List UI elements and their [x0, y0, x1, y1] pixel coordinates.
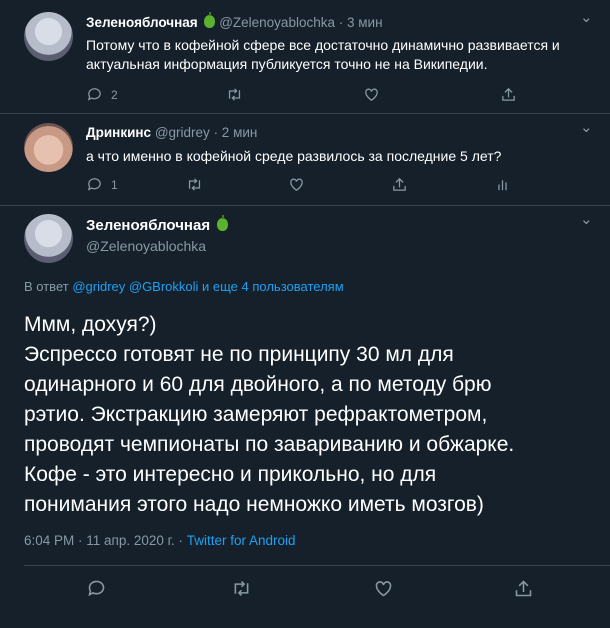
- tweet-time[interactable]: · 2 мин: [214, 125, 258, 140]
- tweet-header: Дринкинс @gridrey · 2 мин: [86, 125, 257, 140]
- retweet-button[interactable]: [186, 176, 288, 193]
- main-tweet-actions: [86, 578, 534, 599]
- timestamp[interactable]: 6:04 PM · 11 апр. 2020 г. ·: [24, 533, 187, 548]
- like-icon: [290, 178, 303, 191]
- divider: [24, 565, 610, 566]
- more-icon[interactable]: ⌄: [580, 210, 594, 228]
- share-button[interactable]: [513, 578, 534, 599]
- reply-icon: [87, 178, 101, 191]
- apple-emoji-icon: [217, 215, 229, 231]
- reply-button[interactable]: 1: [86, 176, 186, 193]
- avatar[interactable]: [24, 123, 73, 172]
- apple-emoji-icon: [204, 12, 216, 28]
- retweet-icon: [228, 88, 241, 101]
- author-handle[interactable]: @Zelenoyablochka: [86, 238, 206, 254]
- share-icon: [393, 177, 406, 191]
- author-name[interactable]: Зеленояблочная: [86, 217, 210, 234]
- tweet-header: Зеленояблочная @Zelenoyablochka · 3 мин: [86, 12, 383, 30]
- main-tweet-text: Ммм, дохуя?) Эспрессо готовят не по прин…: [24, 313, 515, 516]
- share-icon: [515, 580, 532, 597]
- tweet-text: а что именно в кофейной среде развилось …: [86, 148, 502, 164]
- reply-mentions-link[interactable]: @gridrey @GBrokkoli и еще 4 пользователя…: [72, 279, 343, 294]
- share-button[interactable]: [391, 176, 494, 193]
- reply-button[interactable]: 2: [86, 86, 226, 103]
- tweet-text: Потому что в кофейной сфере все достаточ…: [86, 37, 560, 72]
- more-icon[interactable]: ⌄: [580, 118, 594, 136]
- retweet-button[interactable]: [226, 86, 363, 103]
- tweet-meta: 6:04 PM · 11 апр. 2020 г. · Twitter for …: [24, 533, 296, 548]
- like-button[interactable]: [288, 176, 391, 193]
- tweet-actions: 2: [86, 86, 517, 103]
- tweet-header: Зеленояблочная: [86, 215, 229, 234]
- share-icon: [502, 87, 515, 101]
- tweet-actions: 1: [86, 176, 511, 193]
- reply-context: В ответ @gridrey @GBrokkoli и еще 4 поль…: [24, 279, 344, 294]
- author-handle[interactable]: @Zelenoyablochka: [219, 15, 335, 30]
- like-icon: [375, 581, 392, 597]
- more-icon[interactable]: ⌄: [580, 8, 594, 26]
- author-name[interactable]: Дринкинс: [86, 125, 151, 140]
- like-button[interactable]: [373, 578, 513, 599]
- tweet-2[interactable]: Дринкинс @gridrey · 2 мин ⌄ а что именно…: [0, 114, 610, 206]
- source-link[interactable]: Twitter for Android: [187, 533, 296, 548]
- reply-icon: [87, 88, 101, 101]
- reply-button[interactable]: [86, 578, 231, 599]
- avatar[interactable]: [24, 214, 73, 263]
- analytics-button[interactable]: [494, 176, 511, 193]
- tweet-time[interactable]: · 3 мин: [339, 15, 383, 30]
- like-icon: [365, 88, 378, 101]
- analytics-icon: [498, 180, 507, 191]
- reply-icon: [88, 580, 105, 597]
- avatar[interactable]: [24, 12, 73, 61]
- retweet-icon: [188, 178, 201, 191]
- like-button[interactable]: [363, 86, 500, 103]
- retweet-button[interactable]: [231, 578, 373, 599]
- tweet-1[interactable]: Зеленояблочная @Zelenoyablochka · 3 мин …: [0, 0, 610, 114]
- author-handle[interactable]: @gridrey: [155, 125, 210, 140]
- author-name[interactable]: Зеленояблочная: [86, 15, 198, 30]
- share-button[interactable]: [500, 86, 517, 103]
- main-tweet: Зеленояблочная @Zelenoyablochka ⌄ В отве…: [0, 206, 610, 628]
- retweet-icon: [234, 580, 249, 597]
